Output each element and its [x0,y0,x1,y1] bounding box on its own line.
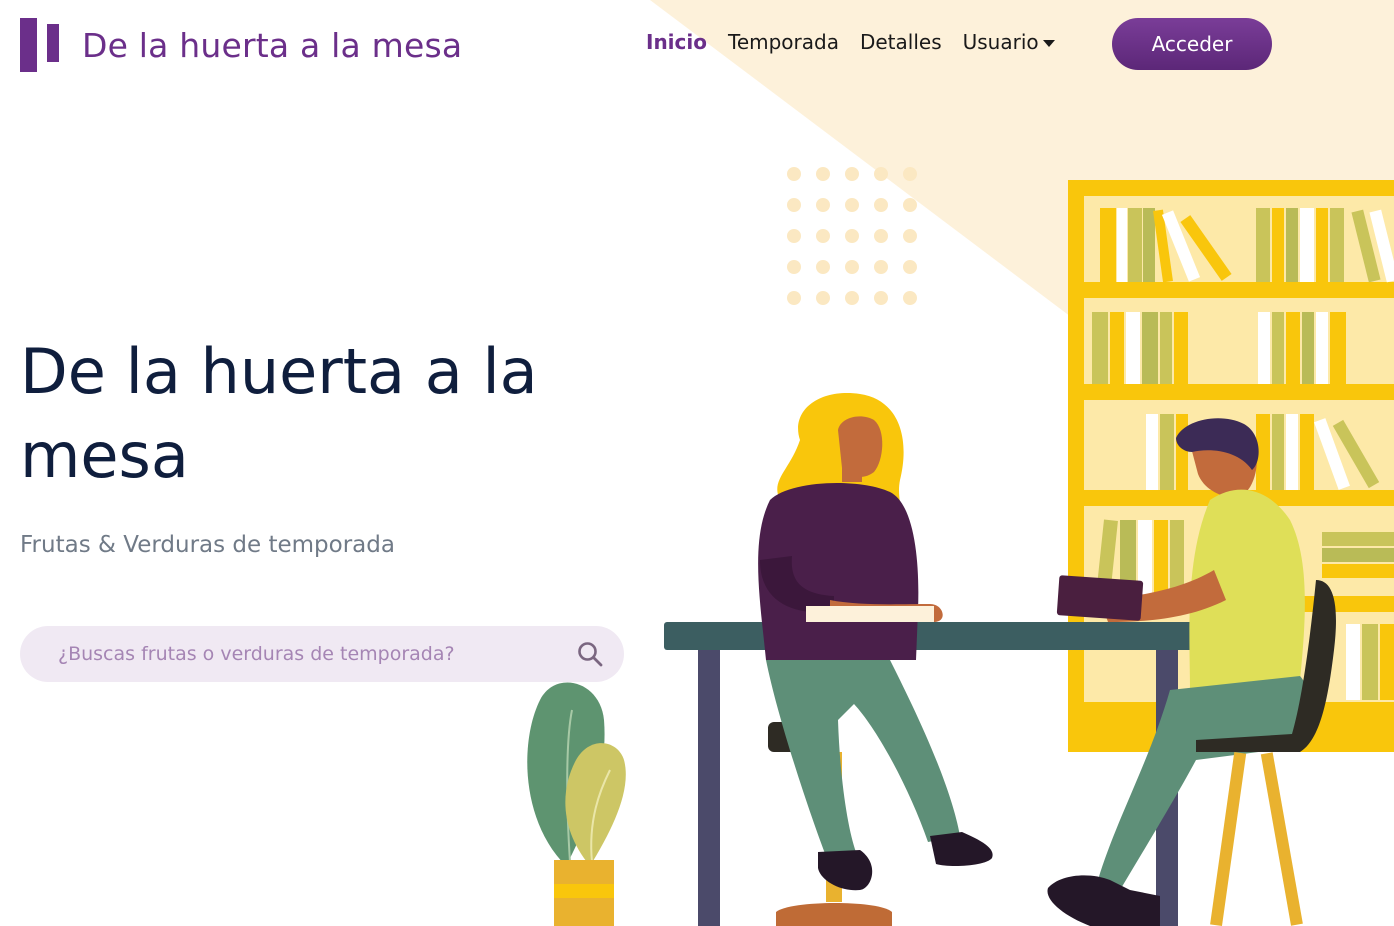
main-nav: Inicio Temporada Detalles Usuario [646,30,1076,54]
search-icon[interactable] [576,640,604,668]
search-bar [20,626,624,682]
search-input[interactable] [58,626,558,682]
hero-title: De la huerta a la mesa [20,335,538,492]
nav-item-usuario-label: Usuario [962,30,1039,54]
login-button[interactable]: Acceder [1112,18,1272,70]
nav-item-inicio[interactable]: Inicio [646,30,707,54]
nav-item-detalles[interactable]: Detalles [860,30,942,54]
nav-item-temporada[interactable]: Temporada [728,30,839,54]
brand-name: De la huerta a la mesa [82,25,463,65]
brand-logo-icon [20,18,62,72]
caret-down-icon [1042,40,1055,47]
navbar: De la huerta a la mesa Inicio Temporada … [0,0,1394,92]
nav-item-usuario-dropdown[interactable]: Usuario [963,30,1055,54]
hero-subtitle: Frutas & Verduras de temporada [20,532,395,558]
brand-link[interactable]: De la huerta a la mesa [20,18,462,72]
